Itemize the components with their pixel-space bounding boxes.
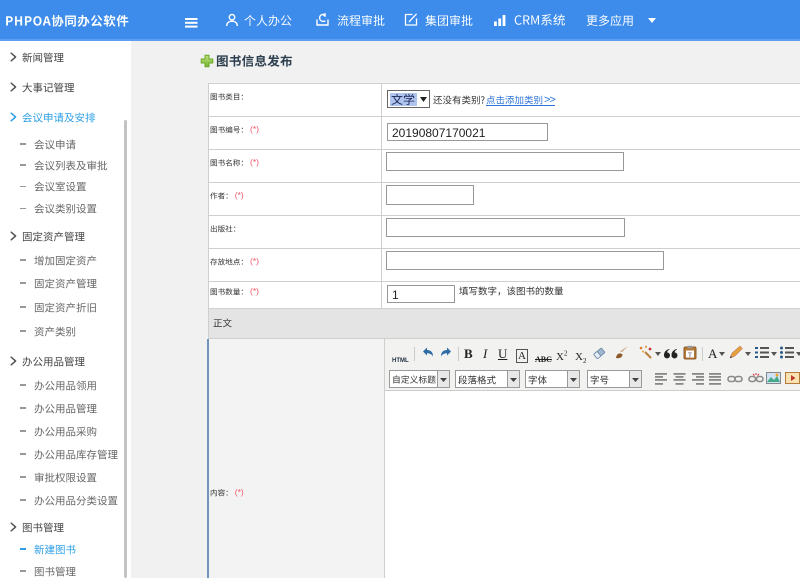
svg-text:T: T bbox=[688, 352, 692, 359]
